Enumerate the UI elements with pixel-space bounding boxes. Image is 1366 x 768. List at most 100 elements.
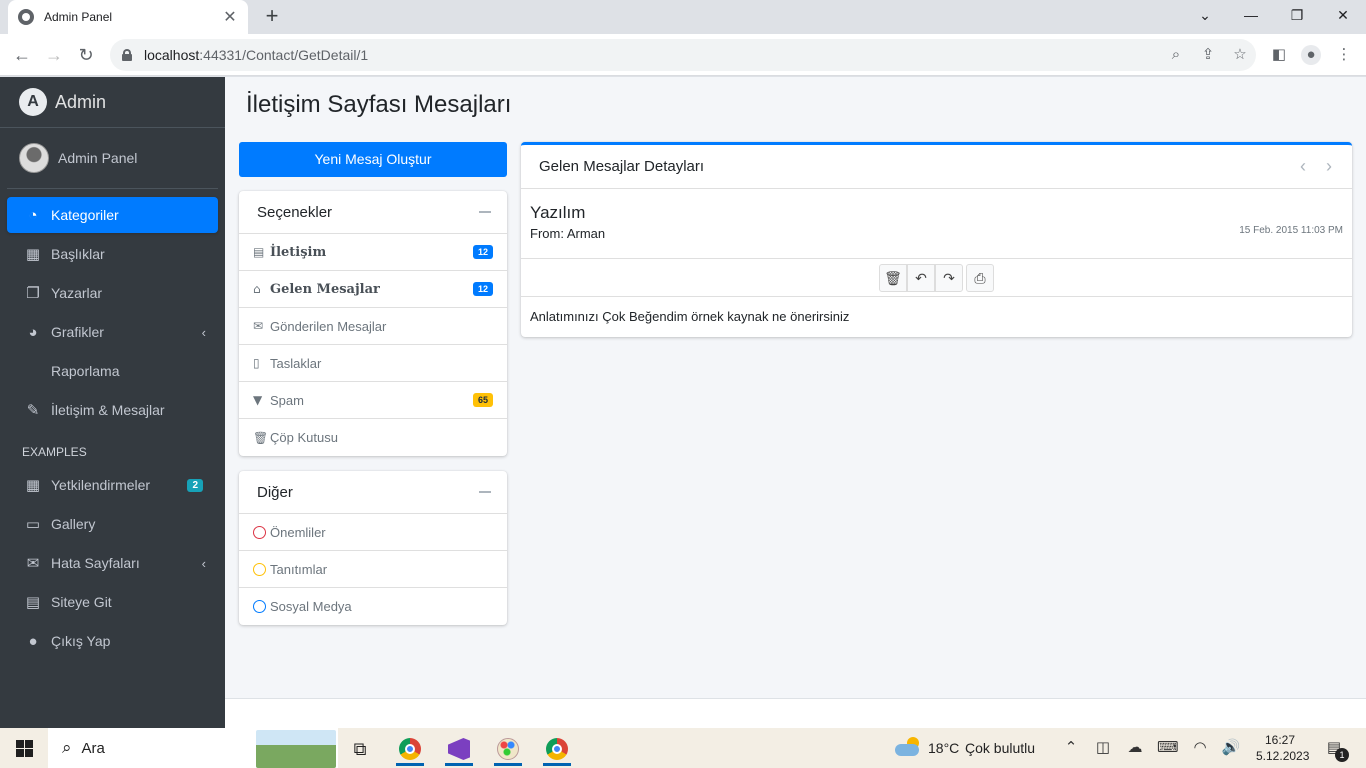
mail-action-group: 🗑 ↶ ↷ — [879, 263, 963, 292]
sidebar-item-grafikler[interactable]: ◕ Grafikler ‹ — [7, 314, 218, 350]
user-panel[interactable]: Admin Panel — [7, 128, 218, 189]
chevron-up-icon[interactable]: ⌃ — [1061, 738, 1081, 756]
weather-icon[interactable] — [895, 737, 921, 757]
count-badge: 2 — [187, 478, 203, 492]
circle-icon — [253, 525, 266, 539]
other-card-header: Diğer — [239, 471, 507, 514]
new-message-button[interactable]: Yeni Mesaj Oluştur — [239, 142, 507, 177]
url-path: :44331/Contact/GetDetail/1 — [199, 47, 369, 63]
chevron-down-icon[interactable]: ⌄ — [1182, 0, 1228, 32]
task-view-button[interactable]: ⧉ — [340, 732, 380, 766]
options-card: Seçenekler ▤ İletişim 12 ⌂ Gelen Mesajla… — [239, 191, 507, 456]
taskbar-chrome-2[interactable] — [537, 732, 577, 766]
brand-text: Admin — [55, 91, 107, 112]
volume-icon[interactable]: 🔊 — [1221, 738, 1241, 756]
card-title: Diğer — [257, 483, 293, 501]
share-icon: ↷ — [943, 269, 955, 286]
sidebar-item-raporlama[interactable]: Raporlama — [7, 353, 218, 389]
menu-kebab-icon[interactable]: ⋮ — [1334, 45, 1354, 65]
label-item-onemliler[interactable]: Önemliler — [239, 514, 507, 551]
sidebar-item-yazarlar[interactable]: ❐ Yazarlar — [7, 275, 218, 311]
circle-icon — [253, 562, 266, 576]
sidebar-item-cikis-yap[interactable]: ● Çıkış Yap — [7, 623, 218, 659]
restore-button[interactable]: ❐ — [1274, 0, 1320, 32]
zoom-icon[interactable]: ⌕ — [1166, 45, 1186, 65]
sidebar-item-siteye-git[interactable]: ▤ Siteye Git — [7, 584, 218, 620]
folder-item-gonderilen-mesajlar[interactable]: ✉ Gönderilen Mesajlar — [239, 308, 507, 345]
address-bar[interactable]: localhost:44331/Contact/GetDetail/1 — [110, 39, 1256, 71]
weather-temp[interactable]: 18°C — [928, 740, 959, 756]
sidebar-item-hata-sayfalari[interactable]: ✉ Hata Sayfaları ‹ — [7, 545, 218, 581]
calendar-icon: ▦ — [25, 477, 41, 494]
label-name: Tanıtımlar — [270, 561, 328, 577]
sidebar-item-label: Hata Sayfaları — [51, 555, 140, 571]
minimize-button[interactable]: — — [1228, 0, 1274, 32]
windows-start-icon[interactable] — [16, 740, 33, 757]
reply-icon: ↶ — [915, 269, 927, 286]
taskbar-chrome[interactable] — [390, 732, 430, 766]
reload-icon[interactable]: ↻ — [73, 42, 99, 68]
sidebar-item-iletisim-mesajlar[interactable]: ✎ İletişim & Mesajlar — [7, 392, 218, 428]
chevron-right-icon[interactable]: › — [1322, 156, 1336, 177]
taskbar-clock[interactable]: 16:27 5.12.2023 — [1256, 732, 1309, 764]
browser-tab[interactable]: Admin Panel ✕ — [8, 0, 248, 34]
folder-item-taslaklar[interactable]: ▯ Taslaklar — [239, 345, 507, 382]
envelope-icon: ✉ — [253, 319, 264, 333]
brand-logo-icon: A — [19, 88, 47, 116]
label-item-sosyal-medya[interactable]: Sosyal Medya — [239, 588, 507, 625]
taskbar-paint[interactable] — [488, 732, 528, 766]
sidebar-item-basliklar[interactable]: ▦ Başlıklar — [7, 236, 218, 272]
tab-title: Admin Panel — [44, 10, 113, 24]
chevron-left-icon[interactable]: ‹ — [1296, 156, 1310, 177]
share-icon[interactable]: ⇪ — [1198, 45, 1218, 65]
browser-tab-bar: Admin Panel ✕ + ⌄ — ❐ ✕ — [0, 0, 1366, 34]
folder-label: Spam — [270, 392, 304, 408]
folder-label: Çöp Kutusu — [270, 430, 338, 445]
folder-item-iletisim[interactable]: ▤ İletişim 12 — [239, 234, 507, 271]
sidebar-item-label: Yetkilendirmeler — [51, 477, 151, 493]
other-card: Diğer Önemliler Tanıtımlar Sosyal Medya — [239, 471, 507, 625]
sidebar-item-gallery[interactable]: ▭ Gallery — [7, 506, 218, 542]
taskbar-visual-studio[interactable] — [439, 732, 479, 766]
edit-icon: ✎ — [26, 402, 40, 419]
collapse-icon[interactable] — [479, 491, 491, 493]
bookmark-star-icon[interactable]: ☆ — [1230, 45, 1250, 65]
forward-button[interactable]: ↷ — [935, 263, 963, 292]
notification-count-badge: 1 — [1335, 748, 1349, 762]
delete-button[interactable]: 🗑 — [879, 263, 907, 292]
apple-icon: ● — [28, 632, 38, 650]
onedrive-icon[interactable]: ☁ — [1125, 738, 1145, 756]
profile-icon[interactable]: ● — [1301, 45, 1321, 65]
sidebar-item-yetkilendirmeler[interactable]: ▦ Yetkilendirmeler 2 — [7, 467, 218, 503]
windows-taskbar: ⌕ Ara ⧉ 18°C Çok bulutlu ⌃ ◫ ☁ ⌨ ◠ 🔊 16:… — [0, 728, 1366, 768]
weather-text[interactable]: Çok bulutlu — [965, 740, 1035, 756]
sidebar-item-kategoriler[interactable]: ◔ Kategoriler — [7, 197, 218, 233]
brand-link[interactable]: A Admin — [0, 77, 225, 128]
print-icon: ⎙ — [974, 269, 986, 286]
meet-icon[interactable]: ◫ — [1093, 738, 1113, 756]
sidebar-item-label: Çıkış Yap — [51, 633, 111, 649]
new-tab-button[interactable]: + — [260, 4, 284, 28]
folder-label: İletişim — [270, 244, 327, 260]
side-panel-icon[interactable]: ◧ — [1269, 45, 1289, 65]
print-button[interactable]: ⎙ — [966, 263, 994, 292]
network-icon[interactable]: ⌨ — [1157, 738, 1179, 756]
chrome-icon — [399, 738, 421, 760]
folder-item-gelen-mesajlar[interactable]: ⌂ Gelen Mesajlar 12 — [239, 271, 507, 308]
label-item-tanitimlar[interactable]: Tanıtımlar — [239, 551, 507, 588]
forward-icon[interactable]: → — [41, 42, 67, 68]
taskbar-search[interactable]: ⌕ Ara — [48, 728, 338, 768]
grid-icon: ▦ — [25, 246, 41, 263]
reply-button[interactable]: ↶ — [907, 263, 935, 292]
search-placeholder: Ara — [81, 739, 105, 757]
close-window-button[interactable]: ✕ — [1320, 0, 1366, 32]
back-icon[interactable]: ← — [9, 42, 35, 68]
mail-controls: 🗑 ↶ ↷ ⎙ — [521, 259, 1352, 297]
folder-item-cop-kutusu[interactable]: 🗑 Çöp Kutusu — [239, 419, 507, 456]
wifi-icon[interactable]: ◠ — [1190, 738, 1210, 756]
tab-close-icon[interactable]: ✕ — [222, 7, 238, 27]
folder-item-spam[interactable]: ▼ Spam 65 — [239, 382, 507, 419]
chevron-left-icon: ‹ — [201, 555, 206, 571]
collapse-icon[interactable] — [479, 211, 491, 213]
lock-icon[interactable] — [122, 49, 132, 61]
